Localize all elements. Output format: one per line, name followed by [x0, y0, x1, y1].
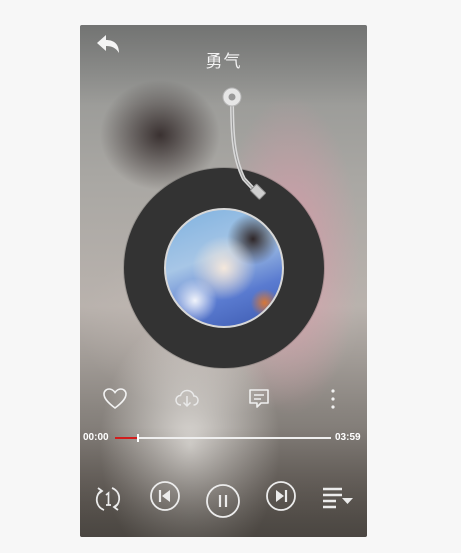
playback-controls: [80, 480, 367, 520]
playlist-icon: [323, 487, 353, 509]
download-button[interactable]: [174, 386, 200, 412]
elapsed-time: 00:00: [83, 432, 109, 443]
more-button[interactable]: [320, 386, 346, 412]
heart-icon: [103, 388, 127, 410]
progress-played: [115, 437, 137, 439]
song-title: 勇气: [205, 52, 242, 71]
previous-button[interactable]: [149, 480, 181, 512]
comment-button[interactable]: [246, 386, 272, 412]
repeat-one-icon: [95, 487, 121, 511]
action-row: [80, 386, 367, 412]
progress-bar: 00:00 03:59: [80, 431, 367, 445]
more-vertical-icon: [331, 389, 335, 409]
comment-icon: [249, 389, 269, 408]
next-button[interactable]: [265, 480, 297, 512]
pause-button[interactable]: [205, 483, 241, 519]
next-icon: [266, 481, 296, 511]
like-button[interactable]: [102, 386, 128, 412]
repeat-mode-button[interactable]: [92, 483, 124, 515]
pause-icon: [206, 484, 240, 518]
total-duration: 03:59: [335, 432, 361, 443]
album-cover: [164, 208, 284, 328]
player-screen: 勇气 00:00 03:59: [80, 25, 367, 537]
download-icon: [175, 389, 199, 408]
tonearm: [222, 87, 266, 200]
progress-track[interactable]: [115, 434, 331, 442]
playlist-button[interactable]: [320, 483, 356, 513]
previous-icon: [150, 481, 180, 511]
progress-thumb[interactable]: [136, 434, 139, 442]
